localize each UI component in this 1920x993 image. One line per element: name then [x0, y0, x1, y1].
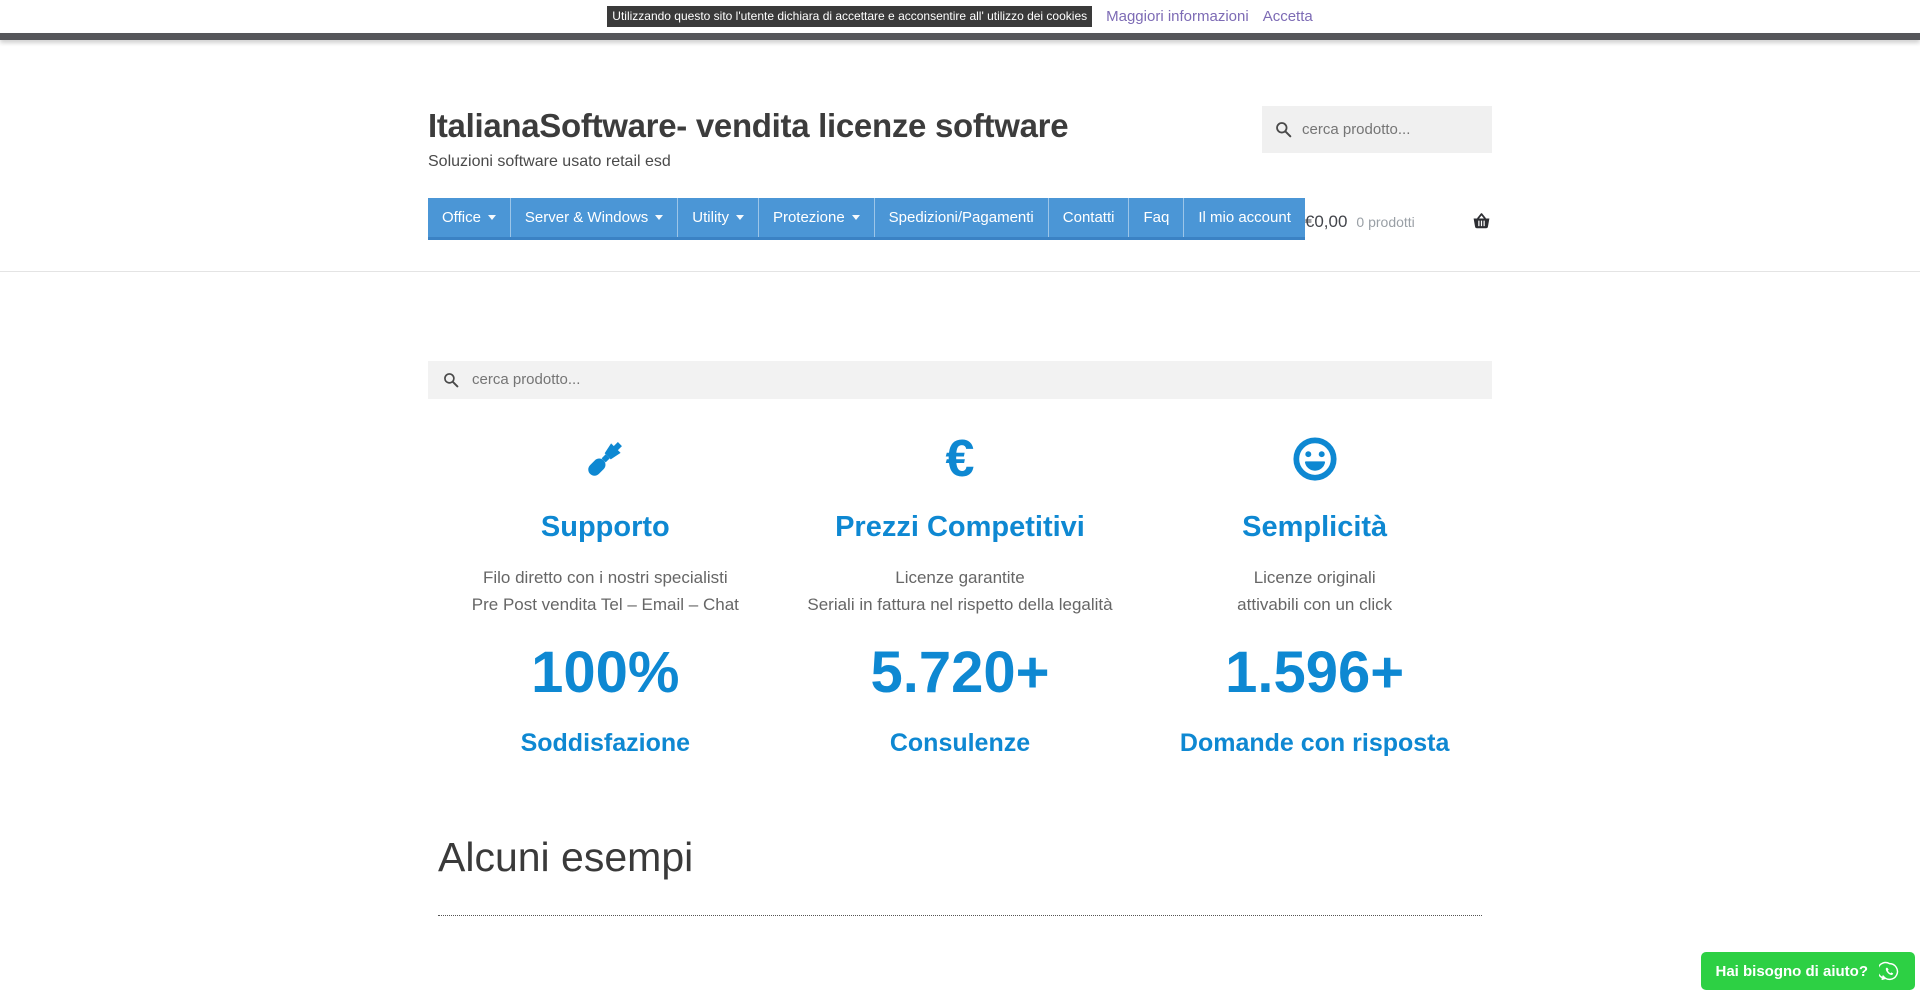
chevron-down-icon [655, 215, 663, 220]
main-content: Supporto Filo diretto con i nostri speci… [428, 361, 1492, 916]
stat-label: Domande con risposta [1137, 729, 1492, 758]
nav-item-label: Server & Windows [525, 198, 648, 237]
nav-item-office[interactable]: Office [428, 198, 511, 237]
features-section: Supporto Filo diretto con i nostri speci… [428, 435, 1492, 758]
section-title-alcuni-esempi: Alcuni esempi [428, 834, 1492, 881]
product-search-input[interactable] [470, 370, 1477, 389]
product-search [428, 361, 1492, 399]
feature-description: Licenze garantite Seriali in fattura nel… [783, 564, 1138, 618]
search-icon [443, 372, 459, 388]
stat-value: 1.596+ [1137, 644, 1492, 702]
nav-item-utility[interactable]: Utility [678, 198, 759, 237]
nav-item-il-mio-account[interactable]: Il mio account [1184, 198, 1305, 237]
euro-icon: € [946, 435, 975, 483]
stat-value: 5.720+ [783, 644, 1138, 702]
site-header: ItalianaSoftware- vendita licenze softwa… [0, 40, 1920, 272]
chevron-down-icon [852, 215, 860, 220]
cart-total: €0,00 [1305, 212, 1348, 232]
nav-item-label: Faq [1143, 198, 1169, 237]
feature-line: Licenze garantite [783, 564, 1138, 591]
site-tagline: Soluzioni software usato retail esd [428, 153, 1068, 171]
search-icon [1275, 121, 1292, 138]
site-title: ItalianaSoftware- vendita licenze softwa… [428, 106, 1068, 146]
nav-item-label: Utility [692, 198, 729, 237]
feature-line: Seriali in fattura nel rispetto della le… [783, 591, 1138, 618]
site-branding: ItalianaSoftware- vendita licenze softwa… [428, 106, 1068, 171]
cookie-banner: Utilizzando questo sito l'utente dichiar… [0, 0, 1920, 33]
feature-line: Licenze originali [1137, 564, 1492, 591]
stat-label: Consulenze [783, 729, 1138, 758]
feature-title: Semplicità [1137, 511, 1492, 544]
feature-title: Supporto [428, 511, 783, 544]
feature-description: Licenze originali attivabili con un clic… [1137, 564, 1492, 618]
feature-supporto: Supporto Filo diretto con i nostri speci… [428, 435, 783, 758]
nav-item-server-windows[interactable]: Server & Windows [511, 198, 678, 237]
cart-widget[interactable]: €0,00 0 prodotti [1305, 212, 1492, 232]
stat-label: Soddisfazione [428, 729, 783, 758]
chat-button-label: Hai bisogno di aiuto? [1716, 963, 1869, 980]
nav-item-label: Il mio account [1198, 198, 1291, 237]
feature-prezzi-competitivi: € Prezzi Competitivi Licenze garantite S… [783, 435, 1138, 758]
main-navigation: Office Server & Windows Utility Protezio… [428, 198, 1305, 240]
cookie-more-info-link[interactable]: Maggiori informazioni [1106, 8, 1249, 25]
stat-value: 100% [428, 644, 783, 702]
cookie-accept-button[interactable]: Accetta [1263, 8, 1313, 25]
nav-item-protezione[interactable]: Protezione [759, 198, 875, 237]
feature-semplicita: Semplicità Licenze originali attivabili … [1137, 435, 1492, 758]
nav-item-label: Contatti [1063, 198, 1115, 237]
header-search-input[interactable] [1262, 105, 1492, 154]
feature-line: attivabili con un click [1137, 591, 1492, 618]
feature-line: Pre Post vendita Tel – Email – Chat [428, 591, 783, 618]
chevron-down-icon [488, 215, 496, 220]
feature-description: Filo diretto con i nostri specialisti Pr… [428, 564, 783, 618]
whatsapp-icon [1879, 961, 1900, 982]
dotted-divider [438, 915, 1482, 916]
basket-icon[interactable] [1471, 212, 1492, 231]
cookie-message: Utilizzando questo sito l'utente dichiar… [607, 6, 1092, 27]
nav-item-contatti[interactable]: Contatti [1049, 198, 1130, 237]
nav-item-label: Office [442, 198, 481, 237]
nav-item-label: Spedizioni/Pagamenti [889, 198, 1034, 237]
nav-item-label: Protezione [773, 198, 845, 237]
top-divider-bar [0, 33, 1920, 40]
feature-line: Filo diretto con i nostri specialisti [428, 564, 783, 591]
chevron-down-icon [736, 215, 744, 220]
screwdriver-icon [573, 426, 638, 491]
cart-count: 0 prodotti [1356, 214, 1414, 230]
nav-item-spedizioni-pagamenti[interactable]: Spedizioni/Pagamenti [875, 198, 1049, 237]
whatsapp-chat-button[interactable]: Hai bisogno di aiuto? [1701, 952, 1916, 990]
feature-title: Prezzi Competitivi [783, 511, 1138, 544]
smiley-icon [1292, 436, 1338, 482]
nav-item-faq[interactable]: Faq [1129, 198, 1184, 237]
header-search [1262, 106, 1492, 153]
